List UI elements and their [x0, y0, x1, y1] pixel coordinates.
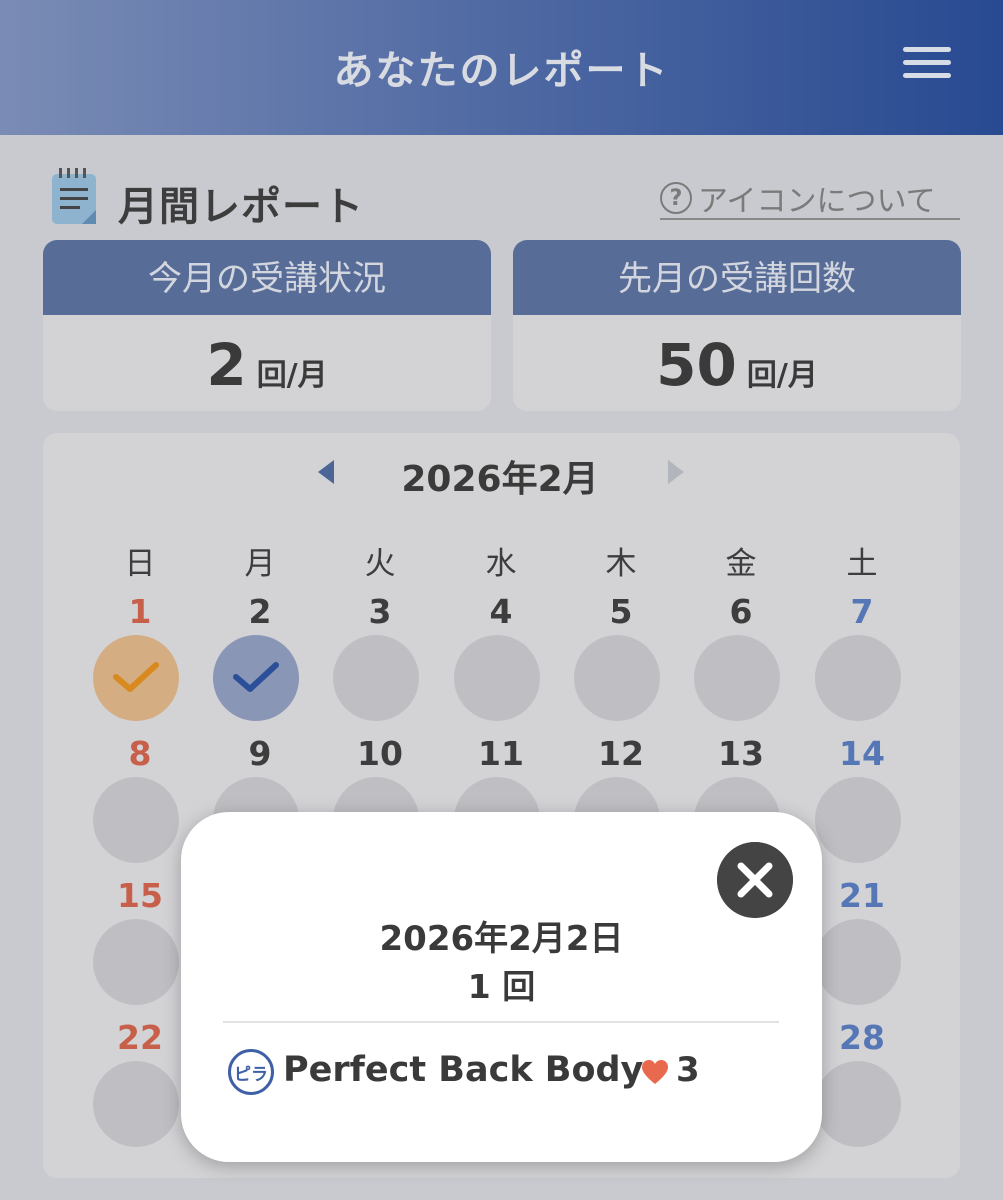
icon-help-link[interactable]: ? アイコンについて	[660, 178, 960, 220]
weekday-label: 金	[725, 546, 757, 582]
calendar-day-circle[interactable]	[815, 1061, 901, 1147]
weekday-label: 火	[364, 546, 396, 582]
section-title: 月間レポート	[118, 184, 364, 230]
this-month-value: 2	[206, 331, 247, 399]
calendar-day-circle[interactable]	[815, 635, 901, 721]
calendar-day-number: 14	[839, 734, 885, 773]
close-x-icon[interactable]	[717, 842, 793, 918]
next-month-arrow-icon[interactable]	[668, 460, 684, 484]
popup-count: 1 回	[467, 967, 536, 1006]
calendar-day-circle[interactable]	[694, 635, 780, 721]
like-count: 3	[676, 1050, 700, 1090]
page-title: あなたのレポート	[333, 48, 670, 94]
calendar-day-circle[interactable]	[815, 777, 901, 863]
calendar-day-number: 5	[609, 592, 633, 631]
weekday-label: 土	[846, 546, 878, 582]
calendar-day-number: 3	[368, 592, 392, 631]
calendar-day-number: 7	[850, 592, 874, 631]
calendar-day-number: 22	[117, 1018, 163, 1057]
icon-help-label: アイコンについて	[698, 184, 936, 219]
calendar-day-circle[interactable]	[574, 635, 660, 721]
weekday-label: 日	[124, 546, 156, 582]
calendar-day-number: 8	[128, 734, 152, 773]
calendar-day-number: 2	[248, 592, 272, 631]
checkmark-icon	[233, 662, 279, 692]
weekday-label: 水	[485, 546, 517, 582]
last-month-value: 50	[656, 331, 737, 399]
calendar-day-number: 6	[729, 592, 753, 631]
calendar-day-number: 1	[128, 592, 152, 631]
notepad-icon	[52, 168, 96, 224]
calendar-day-number: 4	[489, 592, 513, 631]
weekday-label: 月	[244, 546, 276, 582]
calendar-day-circle[interactable]	[454, 635, 540, 721]
calendar-day-circle[interactable]	[93, 919, 179, 1005]
last-month-unit: 回/月	[746, 358, 818, 393]
this-month-unit: 回/月	[256, 358, 328, 393]
calendar-day-number: 28	[839, 1018, 885, 1057]
weekday-label: 木	[605, 546, 637, 582]
this-month-label: 今月の受講状況	[43, 240, 491, 315]
last-month-label: 先月の受講回数	[513, 240, 961, 315]
heart-icon	[642, 1060, 668, 1084]
calendar-day-circle[interactable]	[93, 1061, 179, 1147]
calendar-day-circle[interactable]	[93, 635, 179, 721]
calendar-month-label: 2026年2月	[401, 459, 599, 500]
pilates-badge-icon: ピラ	[228, 1049, 274, 1095]
prev-month-arrow-icon[interactable]	[318, 460, 334, 484]
calendar-day-circle[interactable]	[93, 777, 179, 863]
last-month-card: 先月の受講回数 50 回/月	[513, 240, 961, 411]
calendar-day-number: 15	[117, 876, 163, 915]
calendar-day-number: 21	[839, 876, 885, 915]
calendar-day-circle[interactable]	[213, 635, 299, 721]
calendar-day-number: 10	[357, 734, 403, 773]
checkmark-icon	[113, 662, 159, 692]
hamburger-menu-icon[interactable]	[903, 45, 953, 81]
calendar-day-number: 11	[478, 734, 524, 773]
calendar-day-number: 9	[248, 734, 272, 773]
app-header: あなたのレポート	[0, 0, 1003, 135]
calendar-day-number: 12	[598, 734, 644, 773]
lesson-name[interactable]: Perfect Back Body	[283, 1050, 643, 1090]
popup-date: 2026年2月2日	[379, 919, 624, 959]
this-month-card: 今月の受講状況 2 回/月	[43, 240, 491, 411]
calendar-day-circle[interactable]	[333, 635, 419, 721]
popup-divider	[223, 1021, 779, 1023]
calendar-day-number: 13	[718, 734, 764, 773]
question-circle-icon: ?	[660, 182, 692, 214]
calendar-day-circle[interactable]	[815, 919, 901, 1005]
